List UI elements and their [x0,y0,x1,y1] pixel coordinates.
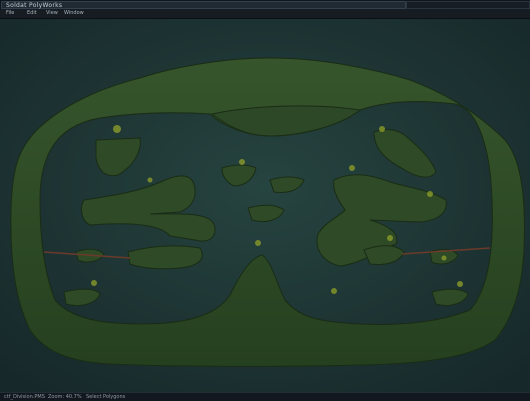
window-title: Soldat PolyWorks [6,2,63,9]
platform-left-lower [127,245,203,270]
menu-file[interactable]: File [6,9,14,18]
title-bar: Soldat PolyWorks [0,0,530,9]
map-canvas[interactable] [0,19,530,392]
menu-view[interactable]: View [46,9,58,18]
menu-window[interactable]: Window [64,9,84,18]
menu-edit[interactable]: Edit [27,9,37,18]
title-bar-right-panel [406,1,530,9]
menu-bar: File Edit View Window [0,9,530,19]
title-field: Soldat PolyWorks [1,1,406,9]
map-viewport[interactable] [0,19,530,392]
